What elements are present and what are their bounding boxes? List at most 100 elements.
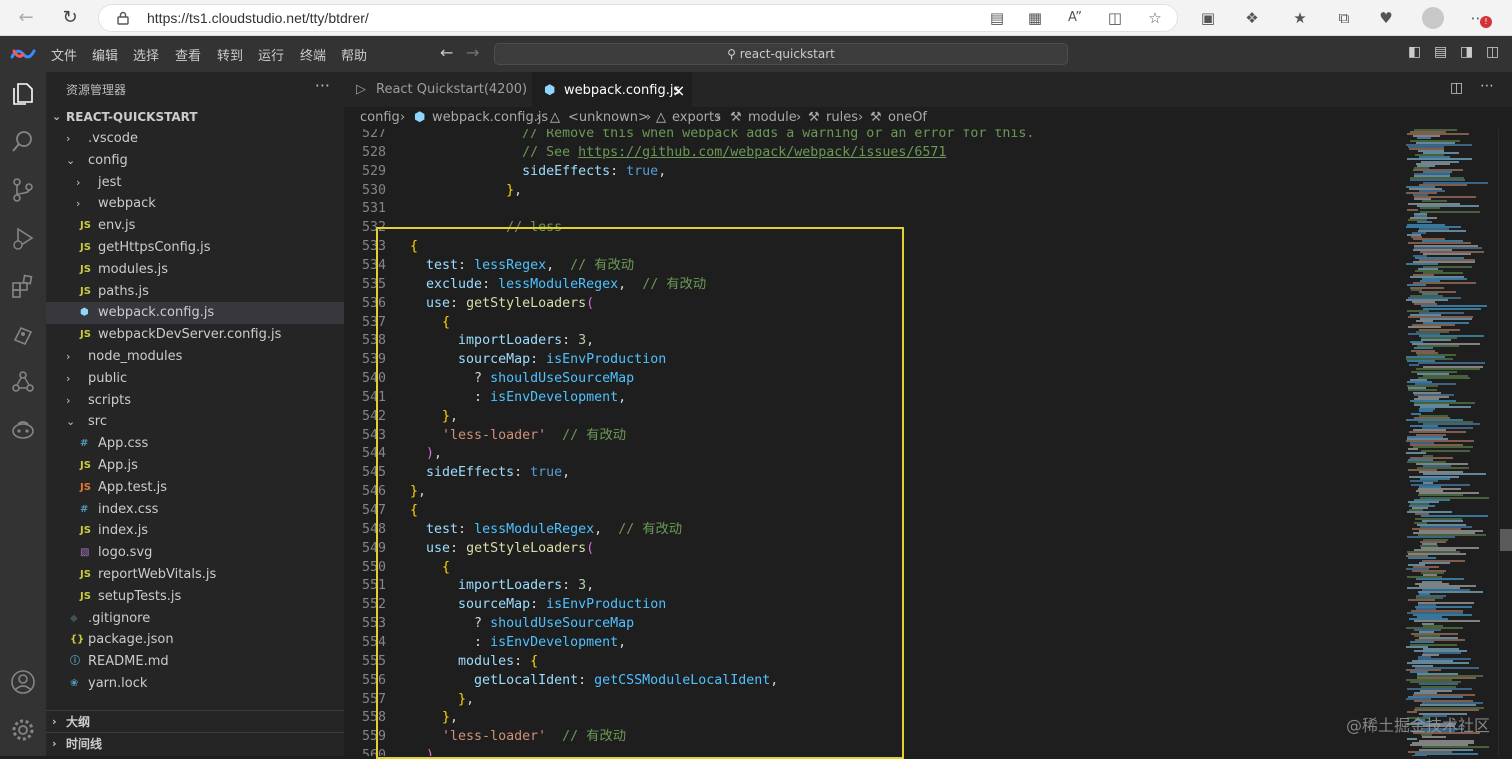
- tree-file[interactable]: {} package.json: [46, 629, 344, 651]
- breadcrumb-rules[interactable]: rules: [826, 107, 858, 129]
- run-debug-icon[interactable]: [9, 224, 37, 252]
- timeline-section[interactable]: › 时间线: [46, 732, 344, 754]
- tree-item-label: src: [88, 414, 107, 430]
- nav-forward-icon[interactable]: →: [466, 43, 479, 62]
- tab-webpack-config[interactable]: ⬢ webpack.config.js ×: [532, 72, 692, 107]
- clipboard-icon[interactable]: ▤: [987, 8, 1007, 28]
- tree-item-label: reportWebVitals.js: [98, 567, 217, 582]
- tree-folder[interactable]: › webpack: [46, 193, 344, 215]
- more-actions-icon[interactable]: ···: [315, 76, 330, 95]
- tree-file[interactable]: JS setupTests.js: [46, 586, 344, 608]
- profile-avatar[interactable]: [1422, 7, 1444, 29]
- tree-file[interactable]: JS webpackDevServer.config.js: [46, 324, 344, 346]
- scrollbar-thumb[interactable]: [1500, 529, 1512, 551]
- address-bar[interactable]: https://ts1.cloudstudio.net/tty/btdrer/ …: [98, 4, 1178, 32]
- tab-react-quickstart[interactable]: ▷ React Quickstart(4200): [344, 72, 530, 107]
- minimap-line: [1408, 448, 1418, 451]
- menu-selection[interactable]: 选择: [133, 45, 159, 64]
- tree-folder[interactable]: › public: [46, 368, 344, 390]
- breadcrumb-module[interactable]: module: [748, 107, 797, 129]
- breadcrumb-exports[interactable]: exports: [672, 107, 721, 129]
- tree-item-label: paths.js: [98, 283, 149, 299]
- extensions-puzzle-icon[interactable]: ❖: [1242, 8, 1262, 28]
- menu-help[interactable]: 帮助: [341, 45, 367, 64]
- refresh-icon[interactable]: ↻: [58, 6, 82, 30]
- menu-view[interactable]: 查看: [175, 45, 201, 64]
- code-line: 545 sideEffects: true,: [344, 463, 1394, 482]
- line-number: 536: [361, 295, 386, 311]
- menu-go[interactable]: 转到: [217, 45, 243, 64]
- favorite-star-icon[interactable]: ☆: [1145, 8, 1165, 28]
- tree-file[interactable]: ❀ yarn.lock: [46, 673, 344, 695]
- tree-folder[interactable]: › node_modules: [46, 346, 344, 368]
- code-editor[interactable]: 527 // Remove this when webpack adds a w…: [344, 129, 1394, 756]
- customize-layout-icon[interactable]: ◫: [1486, 44, 1499, 60]
- tree-folder[interactable]: › jest: [46, 172, 344, 194]
- menu-run[interactable]: 运行: [258, 45, 284, 64]
- vertical-scrollbar[interactable]: [1498, 129, 1512, 756]
- minimap-line: [1423, 252, 1471, 255]
- tree-file[interactable]: ⬢ webpack.config.js: [46, 302, 344, 325]
- live-share-icon[interactable]: [9, 368, 37, 396]
- collections-icon[interactable]: ⧉: [1334, 8, 1354, 28]
- line-number: 539: [361, 352, 386, 368]
- copilot-icon[interactable]: [9, 416, 37, 444]
- nav-back-icon[interactable]: ←: [440, 43, 453, 62]
- breadcrumb-file[interactable]: webpack.config.js: [432, 107, 548, 129]
- tree-file[interactable]: ⓘ README.md: [46, 651, 344, 673]
- tree-folder[interactable]: ⌄ config: [46, 150, 344, 172]
- settings-gear-icon[interactable]: [9, 716, 37, 744]
- editor-more-icon[interactable]: ⋯: [1480, 78, 1494, 94]
- chevron-down-icon: ⌄: [66, 415, 76, 429]
- favorites-icon[interactable]: ★: [1290, 8, 1310, 28]
- tree-item-label: index.css: [98, 501, 159, 517]
- tree-file[interactable]: ◆ .gitignore: [46, 608, 344, 630]
- tree-file[interactable]: JS App.js: [46, 455, 344, 477]
- tree-folder[interactable]: ⌄ src: [46, 411, 344, 433]
- tree-file[interactable]: # App.css: [46, 433, 344, 455]
- tree-file[interactable]: JS modules.js: [46, 259, 344, 281]
- webpack-file-icon: ⬢: [414, 110, 426, 125]
- split-view-icon[interactable]: ◫: [1105, 8, 1125, 28]
- breadcrumb-oneof[interactable]: oneOf: [888, 107, 927, 129]
- outline-section[interactable]: › 大纲: [46, 710, 344, 732]
- tree-folder[interactable]: › scripts: [46, 390, 344, 412]
- remote-explorer-icon[interactable]: [9, 320, 37, 348]
- tree-file[interactable]: JS getHttpsConfig.js: [46, 237, 344, 259]
- tree-file[interactable]: JS env.js: [46, 215, 344, 237]
- menu-file[interactable]: 文件: [51, 45, 77, 64]
- extensions-icon[interactable]: [9, 272, 37, 300]
- search-icon[interactable]: [9, 128, 37, 156]
- minimap[interactable]: [1394, 129, 1498, 756]
- tree-file[interactable]: ▧ logo.svg: [46, 542, 344, 564]
- code-text: sideEffects: true,: [426, 465, 571, 481]
- toggle-secondary-sidebar-icon[interactable]: ◨: [1460, 44, 1473, 60]
- tree-file[interactable]: JS index.js: [46, 520, 344, 542]
- browser-essentials-icon[interactable]: ♥: [1376, 8, 1396, 28]
- workspaces-icon[interactable]: ▣: [1198, 8, 1218, 28]
- toggle-sidebar-icon[interactable]: ◧: [1408, 44, 1421, 60]
- chevron-right-icon: ›: [76, 175, 81, 189]
- close-tab-icon[interactable]: ×: [672, 73, 685, 108]
- code-text: ),: [426, 748, 443, 756]
- chevron-right-icon: ›: [52, 737, 57, 750]
- breadcrumb-unknown[interactable]: <unknown>: [568, 107, 649, 129]
- command-center[interactable]: ⚲ react-quickstart: [494, 43, 1068, 65]
- read-aloud-icon[interactable]: A”: [1065, 8, 1085, 28]
- menu-edit[interactable]: 编辑: [92, 45, 118, 64]
- source-control-icon[interactable]: [9, 176, 37, 204]
- workspace-root[interactable]: ⌄ REACT-QUICKSTART: [46, 106, 344, 128]
- apps-icon[interactable]: ▦: [1025, 8, 1045, 28]
- tree-folder[interactable]: › .vscode: [46, 128, 344, 150]
- breadcrumb-config[interactable]: config: [360, 107, 400, 129]
- tree-file[interactable]: JS reportWebVitals.js: [46, 564, 344, 586]
- split-editor-icon[interactable]: ◫: [1450, 80, 1463, 96]
- tree-file[interactable]: # index.css: [46, 499, 344, 521]
- back-icon[interactable]: ←: [14, 6, 38, 30]
- menu-terminal[interactable]: 终端: [300, 45, 326, 64]
- account-icon[interactable]: [9, 668, 37, 696]
- tree-file[interactable]: JS paths.js: [46, 281, 344, 303]
- explorer-icon[interactable]: [9, 80, 37, 108]
- tree-file[interactable]: JS App.test.js: [46, 477, 344, 499]
- toggle-panel-icon[interactable]: ▤: [1434, 44, 1447, 60]
